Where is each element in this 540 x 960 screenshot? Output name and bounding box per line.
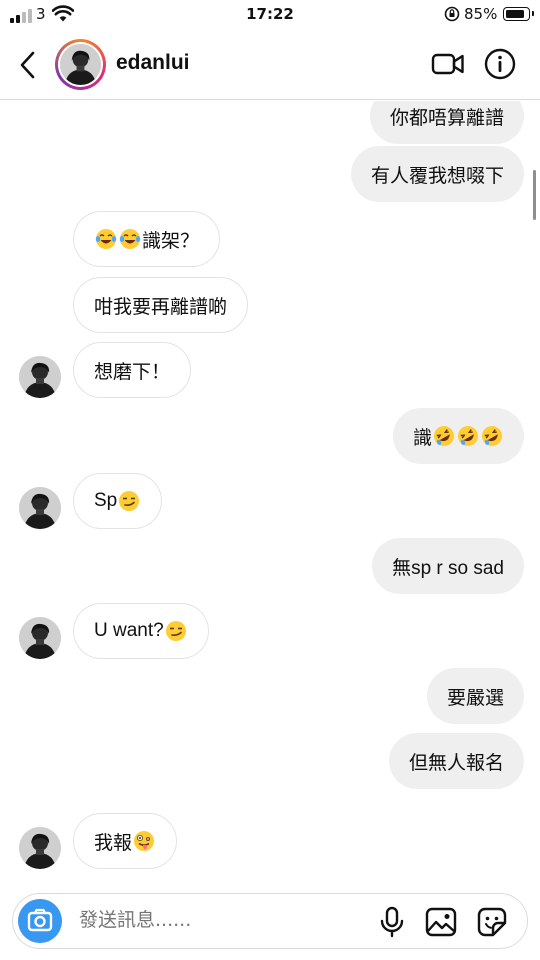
sender-avatar[interactable]	[19, 827, 61, 869]
sent-message-bubble[interactable]: 有人覆我想啜下	[350, 146, 524, 202]
battery-percent: 85%	[464, 5, 498, 23]
message-composer	[12, 893, 528, 949]
status-bar: 3 17:22 85%	[0, 0, 540, 30]
rofl-emoji-icon	[433, 425, 455, 447]
rofl-emoji-icon	[481, 425, 503, 447]
message-text: 要嚴選	[446, 687, 504, 709]
chat-header: edanlui	[0, 30, 540, 100]
battery-icon	[503, 7, 534, 21]
profile-avatar[interactable]	[55, 39, 106, 90]
camera-icon	[27, 908, 53, 932]
message-text: 識架？	[142, 230, 200, 252]
sender-avatar[interactable]	[19, 487, 61, 529]
message-text: 想磨下！	[94, 361, 171, 383]
video-call-icon[interactable]	[431, 51, 465, 77]
microphone-icon[interactable]	[378, 906, 406, 938]
received-message-bubble[interactable]: 我報	[73, 813, 178, 869]
smirk-emoji-icon	[165, 620, 187, 642]
received-message-bubble[interactable]: U want?	[73, 603, 209, 659]
back-button[interactable]	[16, 50, 40, 80]
received-message-bubble[interactable]: 想磨下！	[73, 342, 192, 398]
sent-message-bubble[interactable]: 你都唔算離譜	[369, 101, 524, 144]
laughing-tears-emoji-icon	[119, 228, 141, 250]
gallery-icon[interactable]	[425, 907, 457, 937]
message-text: 我報	[94, 832, 133, 854]
info-icon[interactable]	[484, 48, 516, 80]
sender-avatar[interactable]	[19, 356, 61, 398]
sent-message-bubble[interactable]: 無sp r so sad	[372, 538, 524, 594]
received-message-bubble[interactable]: 識架？	[73, 211, 221, 267]
message-text: U want?	[94, 620, 164, 641]
message-text: 識	[412, 427, 432, 449]
message-thread: 你都唔算離譜有人覆我想啜下識架？ 咁我要再離譜啲 想磨下！ 識 Sp 無sp r so s…	[0, 101, 540, 885]
message-text: 無sp r so sad	[392, 557, 504, 579]
message-text: Sp	[94, 490, 118, 511]
username[interactable]: edanlui	[116, 51, 190, 75]
message-text: 但無人報名	[408, 752, 504, 774]
sent-message-bubble[interactable]: 識	[392, 408, 524, 464]
message-text: 你都唔算離譜	[389, 107, 504, 129]
message-input[interactable]	[79, 909, 369, 931]
sent-message-bubble[interactable]: 但無人報名	[388, 733, 524, 789]
zany-face-emoji-icon	[133, 830, 155, 852]
received-message-bubble[interactable]: Sp	[73, 473, 163, 529]
laughing-tears-emoji-icon	[95, 228, 117, 250]
rofl-emoji-icon	[457, 425, 479, 447]
sent-message-bubble[interactable]: 要嚴選	[426, 668, 524, 724]
sender-avatar[interactable]	[19, 617, 61, 659]
sticker-icon[interactable]	[477, 907, 507, 937]
avatar-photo	[60, 44, 101, 85]
message-text: 有人覆我想啜下	[370, 165, 504, 187]
message-text: 咁我要再離譜啲	[94, 296, 228, 318]
smirk-emoji-icon	[118, 490, 140, 512]
camera-button[interactable]	[18, 899, 62, 943]
received-message-bubble[interactable]: 咁我要再離譜啲	[73, 277, 249, 333]
rotation-lock-icon	[444, 6, 460, 22]
